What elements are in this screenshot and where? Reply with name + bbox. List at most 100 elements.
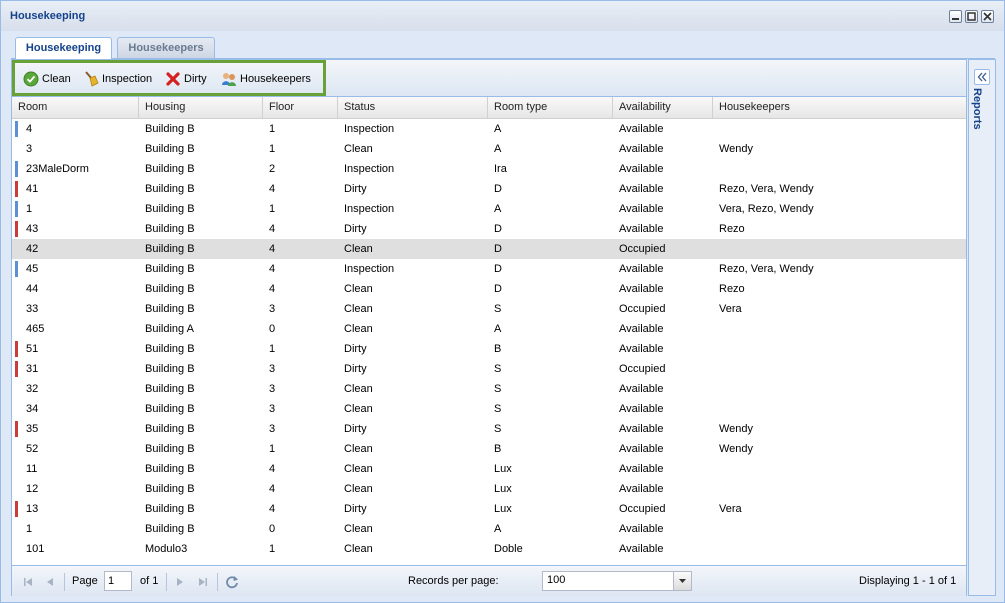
cell-housing: Building B [145,283,195,295]
next-page-icon[interactable] [172,574,188,590]
column-header-housing[interactable]: Housing [139,97,263,118]
cell-status: Clean [344,403,373,415]
table-row[interactable]: 44 Building B 4 Clean D Available Rezo [12,279,966,299]
minimize-icon [952,18,959,20]
cell-availability: Available [619,543,664,555]
cell-availability: Available [619,323,664,335]
cell-room: 32 [26,383,39,395]
table-row[interactable]: 35 Building B 3 Dirty S Available Wendy [12,419,966,439]
cell-housekeepers [713,519,966,539]
first-page-icon[interactable] [20,574,36,590]
cell-room-type: Lux [494,503,512,515]
column-header-floor[interactable]: Floor [263,97,338,118]
reports-label[interactable]: Reports [971,88,983,130]
cell-floor: 3 [269,363,276,375]
cell-status: Clean [344,543,373,555]
cell-status: Clean [344,463,373,475]
cell-housing: Modulo3 [145,543,188,555]
column-header-availability[interactable]: Availability [613,97,713,118]
cell-housekeepers: Vera [719,303,742,315]
table-row[interactable]: 101 Modulo3 1 Clean Doble Available [12,539,966,559]
table-row[interactable]: 51 Building B 1 Dirty B Available [12,339,966,359]
tab-bar: Housekeeping Housekeepers [11,33,995,59]
cell-room-type: S [494,403,502,415]
table-row[interactable]: 11 Building B 4 Clean Lux Available [12,459,966,479]
last-page-icon[interactable] [195,574,211,590]
cell-housing: Building B [145,463,195,475]
cell-floor: 3 [269,303,276,315]
tab-housekeepers[interactable]: Housekeepers [117,37,215,58]
cell-availability: Available [619,523,664,535]
table-row[interactable]: 465 Building A 0 Clean A Available [12,319,966,339]
column-header-room[interactable]: Room [12,97,139,118]
maximize-button[interactable] [965,10,978,23]
status-marker [15,161,18,177]
table-row[interactable]: 1 Building B 1 Inspection A Available Vera, Re… [12,199,966,219]
table-row[interactable]: 13 Building B 4 Dirty Lux Occupied Vera [12,499,966,519]
pager-separator [64,573,65,591]
dirty-button[interactable]: Dirty [165,71,215,87]
table-row[interactable]: 45 Building B 4 Inspection D Available Rezo, V… [12,259,966,279]
cell-status: Dirty [344,503,367,515]
cell-room: 42 [26,243,39,255]
chevron-down-icon [679,579,686,583]
cell-floor: 3 [269,403,276,415]
table-row[interactable]: 3 Building B 1 Clean A Available Wendy [12,139,966,159]
cell-availability: Available [619,403,664,415]
page-number-input[interactable]: 1 [104,571,132,591]
cell-availability: Available [619,163,664,175]
expand-reports-button[interactable] [974,69,990,85]
dropdown-trigger[interactable] [673,572,691,590]
cell-status: Dirty [344,423,367,435]
cell-floor: 3 [269,423,276,435]
cell-housekeepers [713,399,966,419]
page-label: Page [72,575,98,587]
cell-housekeepers [713,339,966,359]
cell-room-type: D [494,183,502,195]
column-header-room-type[interactable]: Room type [488,97,613,118]
minimize-button[interactable] [949,10,962,23]
table-row[interactable]: 4 Building B 1 Inspection A Available [12,119,966,139]
table-row[interactable]: 23MaleDorm Building B 2 Inspection Ira Availa… [12,159,966,179]
previous-page-icon[interactable] [42,574,58,590]
cell-room-type: S [494,363,502,375]
table-row[interactable]: 43 Building B 4 Dirty D Available Rezo [12,219,966,239]
column-header-status[interactable]: Status [338,97,488,118]
cell-availability: Available [619,223,664,235]
cell-room: 45 [26,263,39,275]
cell-room-type: A [494,523,502,535]
cell-room-type: B [494,343,502,355]
table-row[interactable]: 12 Building B 4 Clean Lux Available [12,479,966,499]
close-button[interactable] [981,10,994,23]
table-row[interactable]: 42 Building B 4 Clean D Occupied [12,239,966,259]
table-row[interactable]: 34 Building B 3 Clean S Available [12,399,966,419]
cell-room: 465 [26,323,45,335]
cell-room: 101 [26,543,45,555]
grid-header: Room Housing Floor Status Room type Avai… [12,97,966,119]
table-row[interactable]: 52 Building B 1 Clean B Available Wendy [12,439,966,459]
tab-housekeeping[interactable]: Housekeeping [15,37,112,59]
cell-status: Clean [344,283,373,295]
cell-room-type: Lux [494,463,512,475]
table-row[interactable]: 31 Building B 3 Dirty S Occupied [12,359,966,379]
cell-room: 11 [26,463,38,475]
records-per-page-select[interactable]: 100 [542,571,692,591]
records-per-page-value: 100 [547,574,566,586]
status-marker [15,181,18,197]
status-marker [15,341,18,357]
refresh-icon[interactable] [224,574,240,590]
cell-availability: Available [619,443,664,455]
table-row[interactable]: 33 Building B 3 Clean S Occupied Vera [12,299,966,319]
table-row[interactable]: 1 Building B 0 Clean A Available [12,519,966,539]
table-row[interactable]: 32 Building B 3 Clean S Available [12,379,966,399]
clean-button[interactable]: Clean [23,71,75,87]
cell-floor: 1 [269,443,276,455]
status-marker [15,201,18,217]
cell-floor: 3 [269,383,276,395]
inspection-button[interactable]: Inspection [83,71,161,87]
housekeepers-button[interactable]: Housekeepers [221,71,313,87]
table-row[interactable]: 41 Building B 4 Dirty D Available Rezo, Vera, … [12,179,966,199]
column-header-housekeepers[interactable]: Housekeepers [713,97,966,118]
cell-housekeepers [713,359,966,379]
cell-room: 43 [26,223,39,235]
